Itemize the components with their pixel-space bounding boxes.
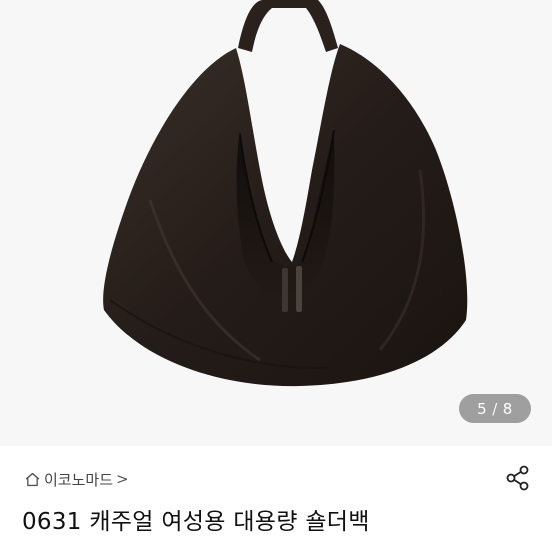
chevron-right-icon: >: [116, 470, 129, 488]
shop-name: 이코노마드: [44, 470, 114, 489]
product-page: 5 / 8 이코노마드 > 0631 캐주얼 여성용 대용량 숄더백: [0, 0, 552, 552]
product-title: 0631 캐주얼 여성용 대용량 숄더백: [22, 509, 370, 535]
product-image-carousel[interactable]: 5 / 8: [0, 0, 552, 446]
image-counter-badge: 5 / 8: [459, 394, 531, 423]
image-counter-separator: /: [492, 399, 498, 418]
share-icon[interactable]: [504, 464, 532, 492]
image-counter-current: 5: [477, 399, 488, 418]
shop-link[interactable]: 이코노마드 >: [24, 468, 129, 490]
home-icon: [25, 472, 40, 486]
product-image-shoulder-bag: [103, 0, 468, 387]
image-counter-total: 8: [502, 399, 513, 418]
